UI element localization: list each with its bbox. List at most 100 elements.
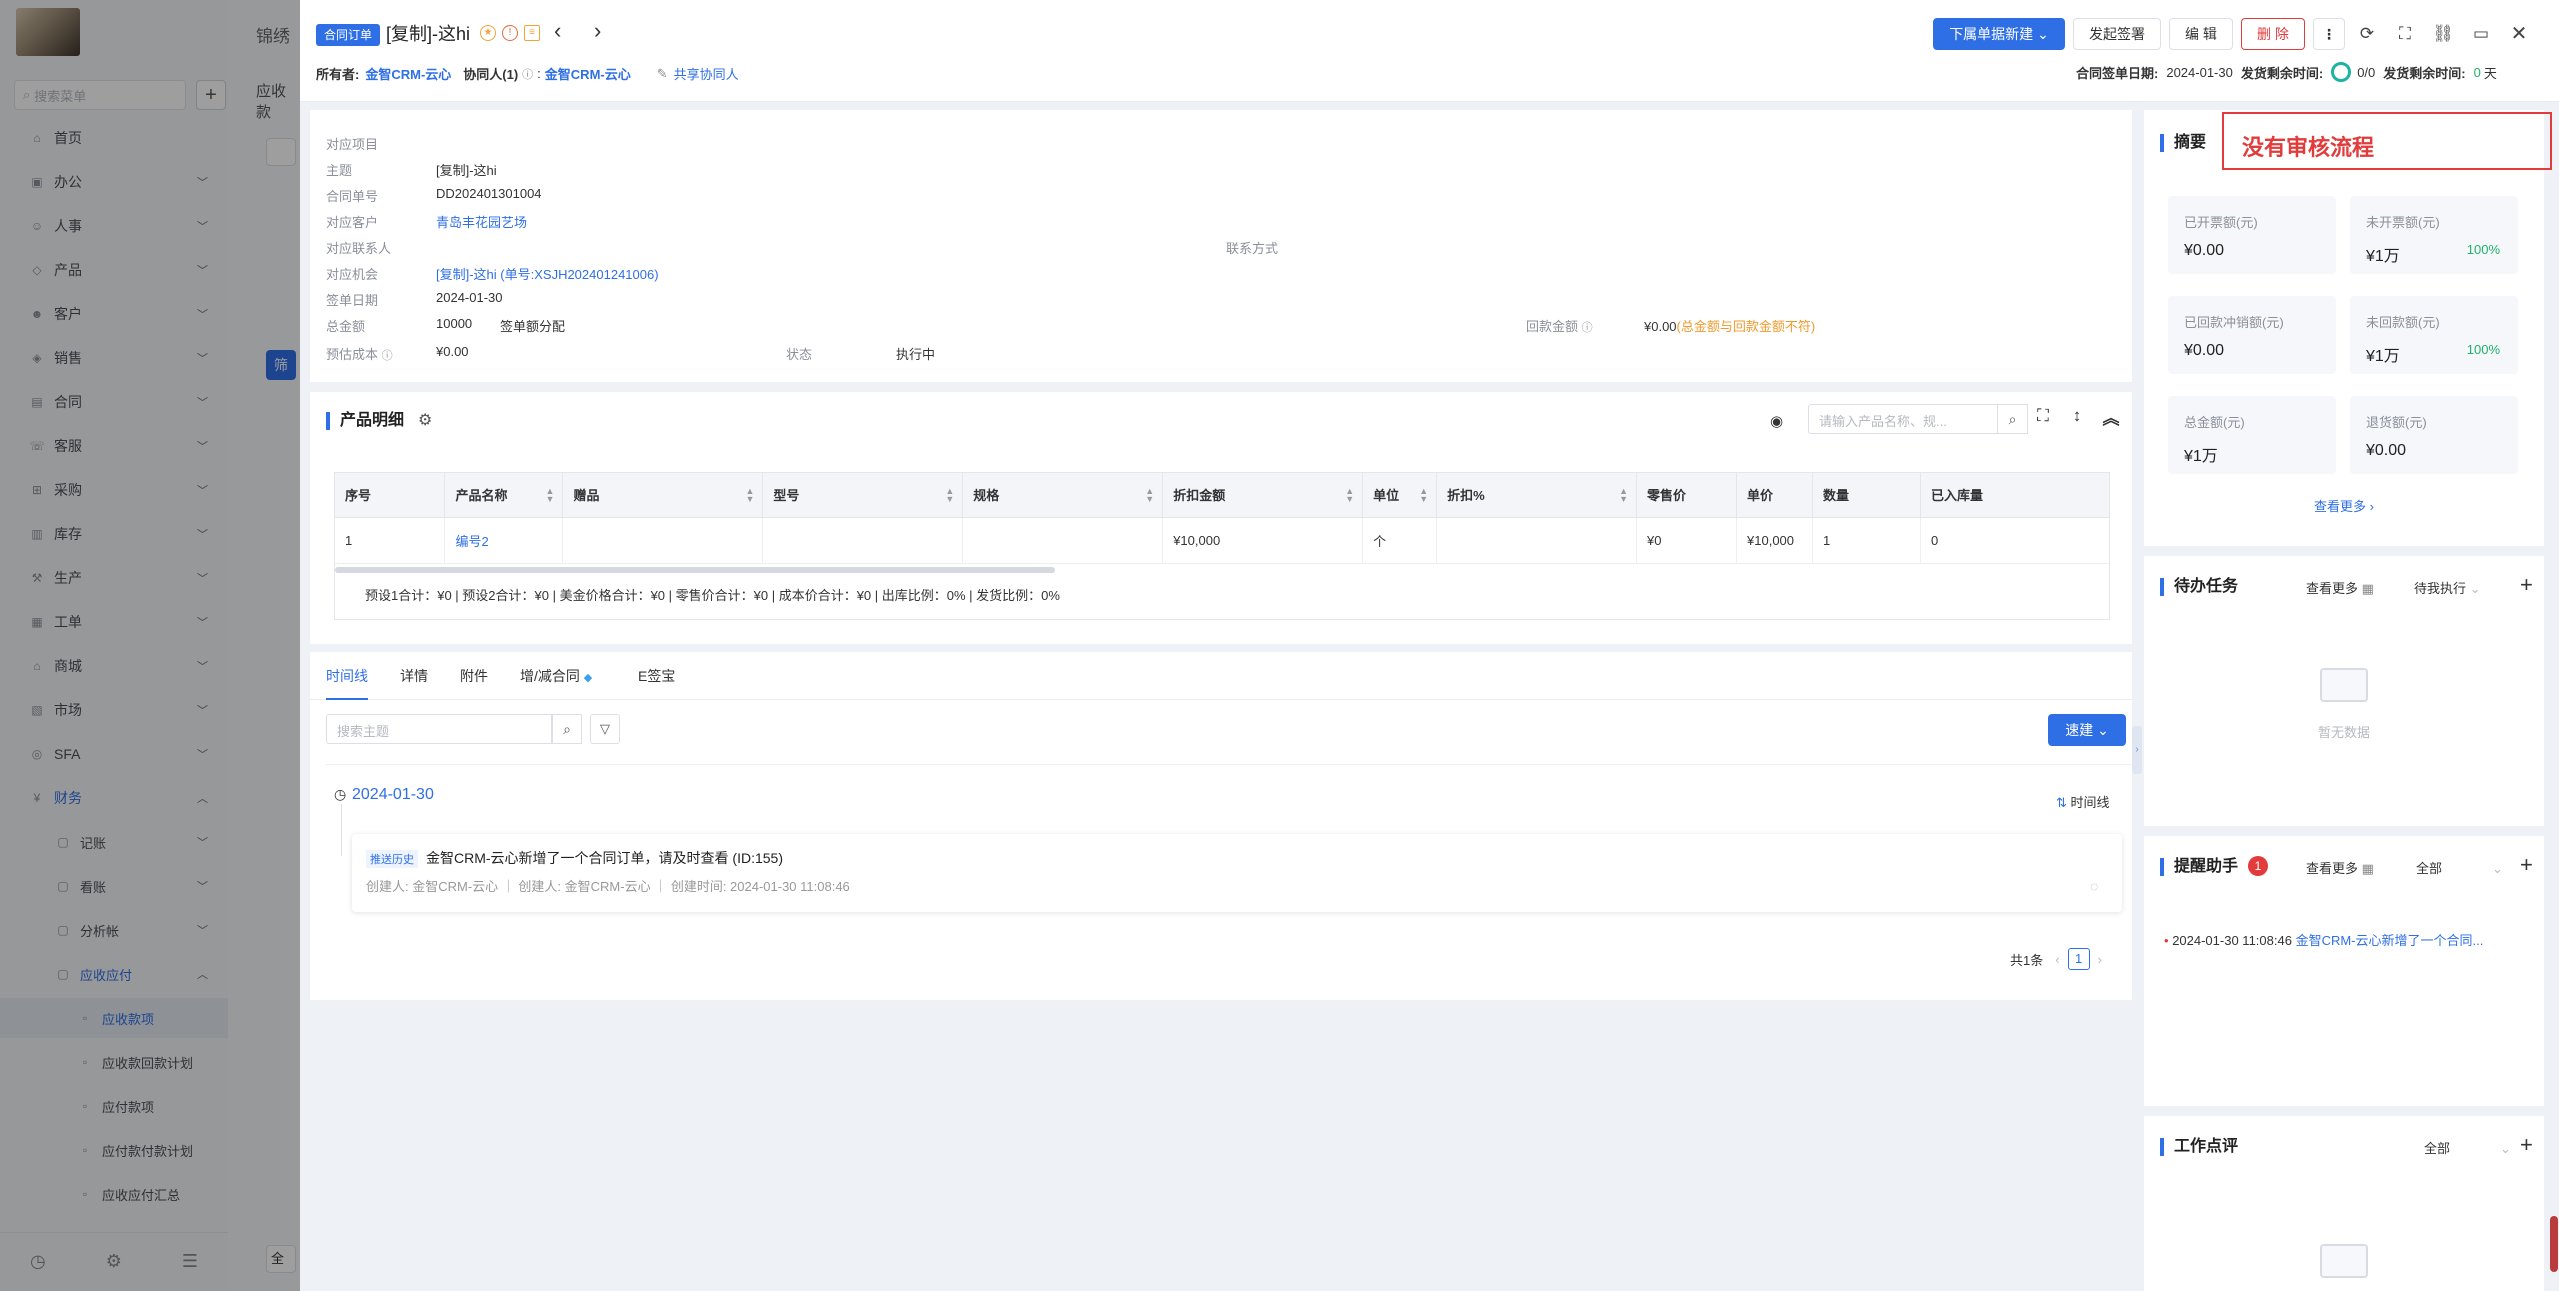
column-header[interactable]: 单价 bbox=[1736, 473, 1813, 518]
card-value: ¥1万 bbox=[2366, 248, 2400, 265]
note-icon[interactable]: ≡ bbox=[524, 25, 540, 41]
sort-icon[interactable]: ▲ ▼ bbox=[1419, 487, 1428, 504]
collab-link[interactable]: 金智CRM-云心 bbox=[545, 64, 631, 83]
sort-icon[interactable]: ▲ ▼ bbox=[745, 487, 754, 504]
next-page-icon[interactable]: › bbox=[2098, 952, 2102, 967]
more-actions-button[interactable]: ⋮ bbox=[2313, 18, 2345, 50]
sort-icon[interactable]: ▲ ▼ bbox=[1345, 487, 1354, 504]
column-header[interactable]: 折扣金额 ▲ ▼ bbox=[1162, 473, 1364, 518]
timeline-view-toggle[interactable]: ⇅ 时间线 bbox=[2056, 792, 2110, 811]
summary-more-link[interactable]: 查看更多 › bbox=[2144, 496, 2544, 515]
quick-new-button[interactable]: 速建 ⌄ bbox=[2048, 714, 2126, 746]
drawer-header: 合同订单 [复制]-这hi ★ ! ≡ ‹ › 所有者: 金智CRM-云心 协同… bbox=[300, 0, 2559, 102]
timeline-line bbox=[341, 804, 342, 856]
total-label: 总金额 bbox=[326, 319, 366, 334]
event-meta: 创建人: 金智CRM-云心 ｜ 创建人: 金智CRM-云心 ｜ 创建时间: 20… bbox=[366, 879, 850, 894]
modal-overlay[interactable] bbox=[0, 0, 300, 1291]
chevron-down-icon: ⌄ bbox=[2492, 861, 2503, 876]
product-search-input[interactable]: 请输入产品名称、规... bbox=[1808, 404, 1998, 434]
add-review-button[interactable]: + bbox=[2520, 1132, 2533, 1158]
table-cell: ¥10,000 bbox=[1736, 517, 1813, 564]
product-detail-panel: 产品明细 ⚙ ◉ 请输入产品名称、规... ⌕ ⛶ ↕ ︽ 序号 产品名称 ▲ ▼ 赠品… bbox=[310, 392, 2132, 644]
row-height-icon[interactable]: ↕ bbox=[2062, 406, 2092, 426]
todo-filter-select[interactable]: 待我执行 ⌄ bbox=[2414, 578, 2481, 597]
settings-icon[interactable]: ⚙ bbox=[418, 410, 432, 430]
ship-ratio: 0/0 bbox=[2357, 64, 2376, 80]
column-header[interactable]: 序号 bbox=[335, 473, 446, 518]
tab-esign[interactable]: E签宝 bbox=[638, 652, 675, 700]
search-icon[interactable]: ⌕ bbox=[552, 714, 582, 744]
tab-timeline[interactable]: 时间线 bbox=[326, 652, 368, 700]
prev-record-icon[interactable]: ‹ bbox=[554, 18, 561, 44]
column-header[interactable]: 已入库量 bbox=[1920, 473, 2109, 518]
delete-button[interactable]: 删 除 bbox=[2241, 18, 2305, 50]
collapse-icon[interactable]: ︽ bbox=[2096, 404, 2126, 429]
table-cell bbox=[562, 517, 764, 564]
todo-more-link[interactable]: 查看更多 ▦ bbox=[2306, 578, 2374, 597]
table-row[interactable]: 1 编号2 ¥10,000 个 ¥0 ¥10,000 1 0 bbox=[335, 517, 2109, 564]
table-cell bbox=[762, 517, 964, 564]
link-icon[interactable]: ⛓ bbox=[2430, 20, 2456, 48]
column-header[interactable]: 单位 ▲ ▼ bbox=[1362, 473, 1438, 518]
share-collab-link[interactable]: 共享协同人 bbox=[674, 64, 739, 83]
start-sign-button[interactable]: 发起签署 bbox=[2073, 18, 2161, 50]
prev-page-icon[interactable]: ‹ bbox=[2055, 952, 2059, 967]
reminder-more-link[interactable]: 查看更多 ▦ bbox=[2306, 858, 2374, 877]
sort-icon[interactable]: ▲ ▼ bbox=[1145, 487, 1154, 504]
column-header[interactable]: 产品名称 ▲ ▼ bbox=[444, 473, 564, 518]
tab-contract-change[interactable]: 增/减合同 ◆ bbox=[520, 652, 592, 700]
timeline-search-input[interactable]: 搜索主题 bbox=[326, 714, 552, 744]
total-split-link[interactable]: 签单额分配 bbox=[500, 316, 565, 335]
reminder-item[interactable]: • 2024-01-30 11:08:46 金智CRM-云心新增了一个合同... bbox=[2164, 930, 2483, 949]
contact-label: 对应联系人 bbox=[326, 241, 392, 256]
table-cell[interactable]: 编号2 bbox=[444, 517, 564, 564]
column-header[interactable]: 零售价 bbox=[1636, 473, 1738, 518]
horizontal-scrollbar[interactable] bbox=[335, 567, 1055, 573]
chance-link[interactable]: [复制]-这hi (单号:XSJH202401241006) bbox=[436, 264, 659, 283]
star-icon[interactable]: ★ bbox=[480, 25, 496, 41]
pagination: 共1条 ‹ 1 › bbox=[2010, 948, 2102, 970]
annotation-text: 没有审核流程 bbox=[2242, 135, 2375, 161]
page-1-button[interactable]: 1 bbox=[2067, 948, 2090, 970]
record-title: [复制]-这hi bbox=[386, 24, 471, 44]
panel-collapse-handle[interactable]: › bbox=[2132, 726, 2142, 774]
add-reminder-button[interactable]: + bbox=[2520, 852, 2533, 878]
close-icon[interactable]: ✕ bbox=[2506, 20, 2532, 48]
filter-icon[interactable]: ▽ bbox=[590, 714, 620, 744]
summary-card: 已开票额(元) ¥0.00 bbox=[2168, 196, 2336, 274]
alert-icon[interactable]: ! bbox=[502, 25, 518, 41]
scan-icon[interactable]: ◉ bbox=[1770, 412, 1783, 430]
sort-icon[interactable]: ▲ ▼ bbox=[1619, 487, 1628, 504]
new-sub-doc-button[interactable]: 下属单据新建 ⌄ bbox=[1933, 18, 2065, 50]
column-header[interactable]: 型号 ▲ ▼ bbox=[762, 473, 964, 518]
refresh-icon[interactable]: ⟳ bbox=[2354, 20, 2380, 48]
summary-card: 未开票额(元) ¥1万 100% bbox=[2350, 196, 2518, 274]
next-record-icon[interactable]: › bbox=[594, 18, 601, 44]
tab-attachment[interactable]: 附件 bbox=[460, 652, 488, 700]
review-filter-select[interactable]: 全部 ⌄ bbox=[2424, 1138, 2511, 1157]
owner-link[interactable]: 金智CRM-云心 bbox=[365, 64, 451, 83]
event-text: 金智CRM-云心新增了一个合同订单，请及时查看 (ID:155) bbox=[426, 850, 784, 866]
table-summary: 预设1合计：¥0 | 预设2合计：¥0 | 美金价格合计：¥0 | 零售价合计：… bbox=[365, 588, 1060, 603]
sort-icon[interactable]: ▲ ▼ bbox=[546, 487, 555, 504]
add-todo-button[interactable]: + bbox=[2520, 572, 2533, 598]
search-icon[interactable]: ⌕ bbox=[1998, 404, 2028, 434]
column-header[interactable]: 规格 ▲ ▼ bbox=[962, 473, 1164, 518]
fullscreen-icon[interactable]: ⛶ bbox=[2392, 20, 2418, 48]
summary-card: 退货额(元) ¥0.00 bbox=[2350, 396, 2518, 474]
comment-icon[interactable]: ◌ bbox=[2090, 878, 2098, 894]
annotation-box: 没有审核流程 bbox=[2222, 112, 2552, 170]
print-icon[interactable]: ▭ bbox=[2468, 20, 2494, 48]
vertical-scrollbar[interactable] bbox=[2550, 1216, 2558, 1272]
column-header[interactable]: 折扣% ▲ ▼ bbox=[1436, 473, 1638, 518]
tab-detail[interactable]: 详情 bbox=[400, 652, 428, 700]
edit-button[interactable]: 编 辑 bbox=[2169, 18, 2233, 50]
reminder-filter-select[interactable]: 全部 ⌄ bbox=[2416, 858, 2503, 877]
column-header[interactable]: 数量 bbox=[1812, 473, 1921, 518]
customer-link[interactable]: 青岛丰花园艺场 bbox=[436, 212, 527, 231]
timeline-event-card[interactable]: 推送历史 金智CRM-云心新增了一个合同订单，请及时查看 (ID:155) 创建… bbox=[352, 834, 2122, 912]
card-label: 退货额(元) bbox=[2366, 415, 2427, 430]
expand-icon[interactable]: ⛶ bbox=[2028, 406, 2058, 426]
column-header[interactable]: 赠品 ▲ ▼ bbox=[562, 473, 764, 518]
sort-icon[interactable]: ▲ ▼ bbox=[945, 487, 954, 504]
